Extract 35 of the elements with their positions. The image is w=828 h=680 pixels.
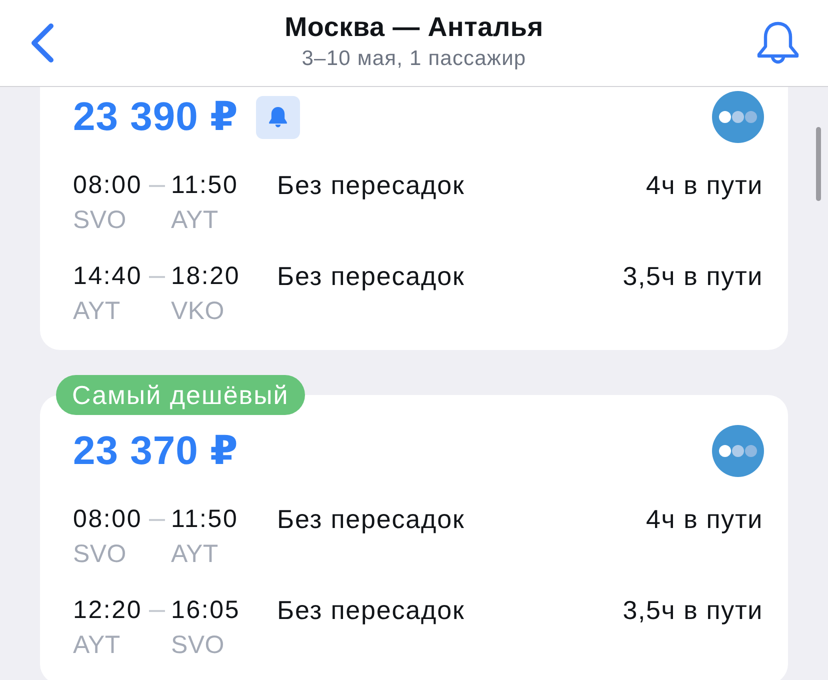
- bell-icon: [267, 106, 290, 128]
- arrival-airport-code: SVO: [171, 630, 226, 661]
- departure-airport-code: AYT: [73, 630, 122, 661]
- departure-airport-code: SVO: [73, 539, 128, 570]
- page-subtitle: 3–10 мая, 1 пассажир: [302, 46, 526, 72]
- duration-label: 4ч в пути: [646, 169, 763, 202]
- stops-label: Без пересадок: [277, 594, 466, 627]
- cheapest-badge: Самый дешёвый: [56, 375, 305, 415]
- arrival-airport-code: AYT: [171, 205, 220, 236]
- price-alert-button[interactable]: [256, 96, 300, 138]
- departure-time: 14:40: [73, 261, 144, 292]
- scrollbar[interactable]: [816, 127, 821, 201]
- arrival-airport-code: VKO: [171, 296, 226, 327]
- price-label: 23 390 ₽: [73, 95, 238, 139]
- arrival-time: 11:50: [171, 504, 240, 535]
- arrival-time: 18:20: [171, 261, 242, 292]
- airline-logo-icon: [712, 91, 764, 143]
- departure-time: 08:00: [73, 170, 144, 201]
- departure-airport-code: AYT: [73, 296, 122, 327]
- duration-label: 4ч в пути: [646, 503, 763, 536]
- offer-card[interactable]: 23 390 ₽ 08:00 11:50 Без пересадок 4ч в пути SVO AYT 14:40 18:20 Без пересадок 3,5ч в пути AYT VKO: [40, 87, 788, 350]
- stops-label: Без пересадок: [277, 260, 466, 293]
- departure-time: 12:20: [73, 595, 144, 626]
- price-label: 23 370 ₽: [73, 429, 238, 473]
- duration-label: 3,5ч в пути: [622, 260, 763, 293]
- arrival-time: 16:05: [171, 595, 242, 626]
- arrival-time: 11:50: [171, 170, 240, 201]
- arrival-airport-code: AYT: [171, 539, 220, 570]
- stops-label: Без пересадок: [277, 503, 466, 536]
- departure-airport-code: SVO: [73, 205, 128, 236]
- page-title: Москва — Анталья: [284, 11, 544, 44]
- airline-logo-icon: [712, 425, 764, 477]
- stops-label: Без пересадок: [277, 169, 466, 202]
- duration-label: 3,5ч в пути: [622, 594, 763, 627]
- departure-time: 08:00: [73, 504, 144, 535]
